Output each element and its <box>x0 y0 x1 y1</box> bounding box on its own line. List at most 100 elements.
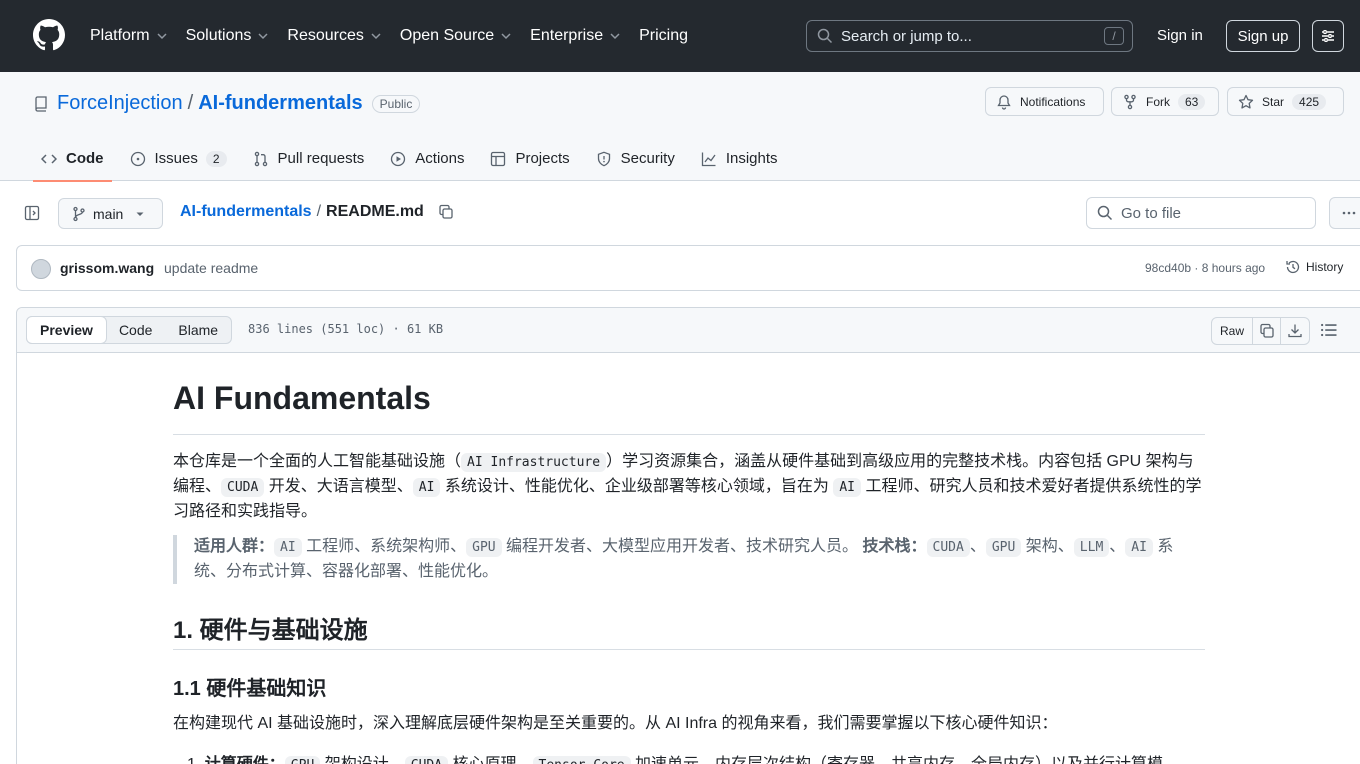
breadcrumb-repo-link[interactable]: AI-fundermentals <box>180 203 312 221</box>
code-view-button[interactable]: Code <box>106 317 165 343</box>
search-placeholder: Search or jump to... <box>841 27 972 45</box>
readme-content: AI Fundamentals 本仓库是一个全面的人工智能基础设施（ AI Inf… <box>173 380 1205 764</box>
fork-count: 63 <box>1178 93 1206 110</box>
tab-insights[interactable]: Insights <box>693 136 786 181</box>
tab-actions[interactable]: Actions <box>382 136 472 181</box>
repo-name-link[interactable]: AI-fundermentals <box>198 92 362 115</box>
file-toolbar: Preview Code Blame 836 lines (551 loc) ·… <box>17 308 1360 353</box>
pull-request-icon <box>254 151 267 166</box>
tab-security-label: Security <box>620 150 675 167</box>
commit-message[interactable]: update readme <box>164 260 258 276</box>
hardware-intro-paragraph: 在构建现代 AI 基础设施时，深入理解底层硬件架构是至关重要的。从 AI Inf… <box>173 715 1058 732</box>
quote-code-ai: AI <box>274 538 302 557</box>
tab-projects-label: Projects <box>515 150 570 167</box>
intro-code-ai: AI <box>412 478 441 497</box>
audience-blockquote: 适用人群： AI 工程师、系统架构师、 GPU 编程开发者、大模型应用开发者、技术研… <box>173 535 1205 584</box>
nav-platform-label: Platform <box>90 27 150 44</box>
quote-code-gpu: GPU <box>466 538 502 557</box>
latest-commit-bar: grissom.wang update readme 98cd40b · 8 h… <box>16 245 1360 291</box>
preview-button[interactable]: Preview <box>26 316 107 344</box>
avatar[interactable] <box>31 259 51 279</box>
quote-code-gpu-2: GPU <box>985 538 1022 557</box>
tab-code[interactable]: Code <box>33 136 112 182</box>
nav-solutions[interactable]: Solutions <box>186 27 270 45</box>
fork-button[interactable]: Fork 63 <box>1111 87 1219 116</box>
list-code-gpu: GPU <box>284 756 321 764</box>
list-text-3: 加速单元、内存层次结构（寄存器、共享内存、全局内存）以及并行计算模 <box>631 756 1163 764</box>
search-shortcut-key: / <box>1104 27 1124 45</box>
nav-open-source[interactable]: Open Source <box>400 27 512 45</box>
intro-code-cuda: CUDA <box>221 478 265 497</box>
nav-enterprise-label: Enterprise <box>530 27 604 44</box>
intro-text-1: 本仓库是一个全面的人工智能基础设施（ <box>173 453 462 470</box>
repo-header: ForceInjection / AI-fundermentals Public… <box>0 72 1360 182</box>
list-item-number: 1. <box>187 756 200 764</box>
star-icon <box>1238 94 1254 109</box>
chevron-down-icon <box>157 33 167 40</box>
nav-pricing[interactable]: Pricing <box>639 27 688 45</box>
quote-text-3: 、 <box>969 538 986 555</box>
global-header: Platform Solutions Resources Open Source… <box>0 0 1360 72</box>
chevron-down-icon <box>371 33 381 40</box>
more-options-button[interactable] <box>1329 197 1360 229</box>
issues-count: 2 <box>205 150 227 167</box>
notifications-label: Notifications <box>1020 94 1086 109</box>
copy-path-icon[interactable] <box>438 204 454 220</box>
sidebar-expand-icon <box>24 205 40 221</box>
issue-icon <box>130 151 145 166</box>
branch-name: main <box>93 205 124 222</box>
nav-platform[interactable]: Platform <box>90 27 168 45</box>
tab-projects[interactable]: Projects <box>482 136 577 181</box>
intro-code-ai-2: AI <box>833 478 861 497</box>
repo-title-separator: / <box>187 92 194 114</box>
expand-file-tree-button[interactable] <box>16 198 48 228</box>
star-button[interactable]: Star 425 <box>1227 87 1344 116</box>
tab-code-label: Code <box>66 150 104 167</box>
github-logo-icon[interactable] <box>33 19 65 51</box>
outline-list-icon[interactable] <box>1319 320 1339 340</box>
tab-pull-requests-label: Pull requests <box>277 150 365 167</box>
search-input[interactable]: Search or jump to... / <box>806 20 1133 52</box>
commit-author[interactable]: grissom.wang <box>60 260 154 276</box>
go-to-file-input[interactable]: Go to file <box>1086 197 1316 229</box>
code-icon <box>41 153 57 164</box>
copy-raw-button[interactable] <box>1253 318 1282 344</box>
download-icon <box>1288 324 1302 338</box>
tab-security[interactable]: Security <box>588 136 683 181</box>
readme-intro-paragraph: 本仓库是一个全面的人工智能基础设施（ AI Infrastructure ）学习资源… <box>173 450 1205 524</box>
repo-icon <box>35 95 47 112</box>
repo-title: ForceInjection / AI-fundermentals Public <box>33 92 421 115</box>
repo-owner-link[interactable]: ForceInjection <box>57 92 183 115</box>
blame-button[interactable]: Blame <box>165 317 231 343</box>
notifications-button[interactable]: Notifications <box>985 87 1104 116</box>
raw-button[interactable]: Raw <box>1212 318 1254 344</box>
file-actions: Raw <box>1211 317 1311 345</box>
quote-text-1: 工程师、系统架构师、 <box>301 538 467 555</box>
list-item: 1. 计算硬件：GPU 架构设计、CUDA 核心原理、Tensor Core 加… <box>187 750 1163 764</box>
quote-text-5: 、 <box>1109 538 1126 555</box>
section-heading-hardware: 1. 硬件与基础设施 <box>173 610 1205 650</box>
fork-label: Fork <box>1146 94 1170 109</box>
history-label: History <box>1306 260 1344 274</box>
repo-tabs: Code Issues 2 Pull requests Actions Proj… <box>33 136 796 182</box>
sign-up-button[interactable]: Sign up <box>1226 20 1300 52</box>
file-stats: 836 lines (551 loc) · 61 KB <box>248 322 444 336</box>
sliders-icon <box>1322 30 1334 42</box>
shield-icon <box>597 151 610 166</box>
caret-down-icon <box>136 212 144 216</box>
nav-resources[interactable]: Resources <box>287 27 381 45</box>
branch-selector[interactable]: main <box>58 198 163 229</box>
sign-in-link[interactable]: Sign in <box>1157 27 1203 44</box>
command-palette-button[interactable] <box>1312 20 1344 52</box>
commit-hash-and-time[interactable]: 98cd40b · 8 hours ago <box>1145 261 1265 275</box>
tab-pull-requests[interactable]: Pull requests <box>245 136 373 181</box>
tab-issues[interactable]: Issues 2 <box>122 136 235 181</box>
list-text-2: 核心原理、 <box>448 756 533 764</box>
history-link[interactable]: History <box>1285 259 1343 275</box>
nav-enterprise[interactable]: Enterprise <box>530 27 621 45</box>
download-button[interactable] <box>1281 318 1309 344</box>
intro-code-ai-infrastructure: AI Infrastructure <box>461 453 607 472</box>
go-to-file-placeholder: Go to file <box>1121 204 1182 222</box>
breadcrumb-separator: / <box>316 203 322 220</box>
nav-resources-label: Resources <box>287 27 364 44</box>
